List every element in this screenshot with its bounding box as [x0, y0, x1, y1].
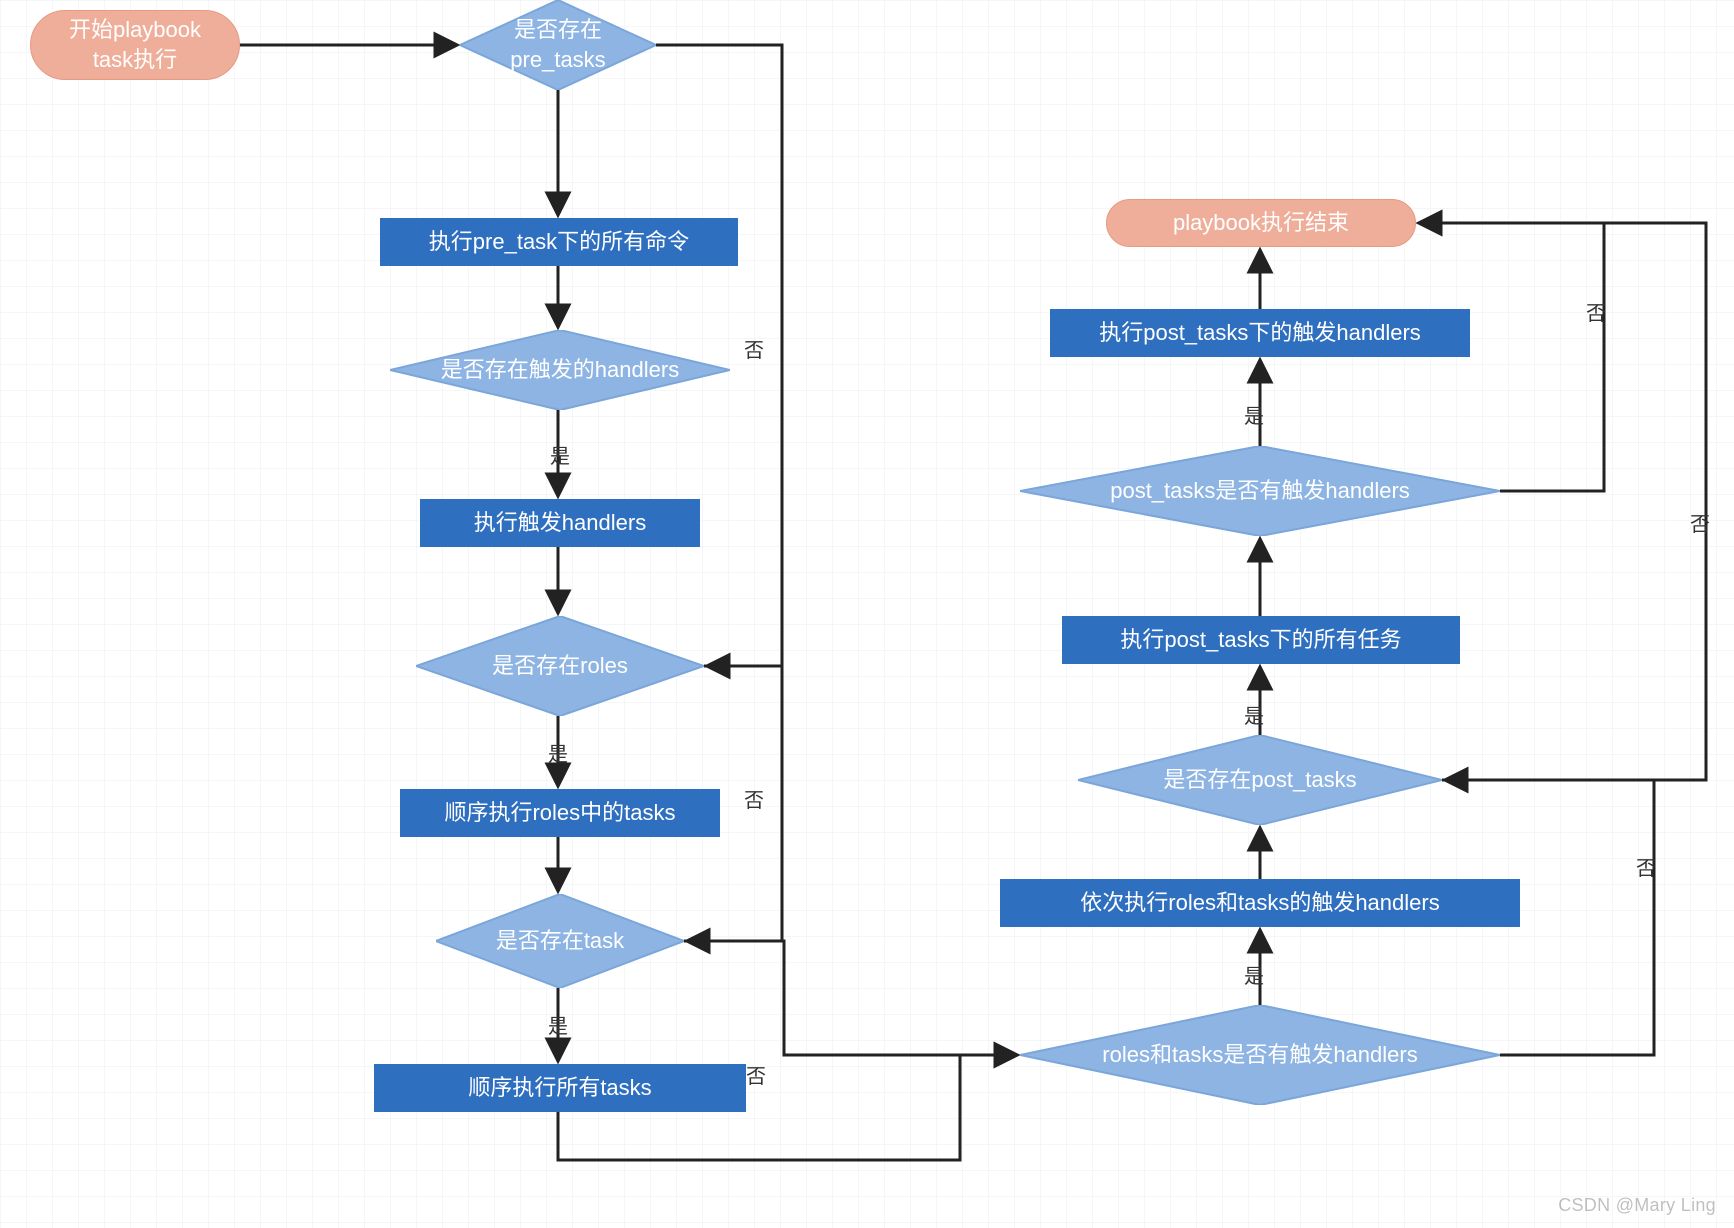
process-tasks-run-text: 顺序执行所有tasks — [468, 1073, 651, 1103]
process-post-run: 执行post_tasks下的所有任务 — [1062, 616, 1460, 664]
process-pre-task-commands: 执行pre_task下的所有命令 — [380, 218, 738, 266]
decision-task: 是否存在task — [436, 894, 684, 988]
process-roles-run-text: 顺序执行roles中的tasks — [444, 798, 675, 828]
decision-roles-text: 是否存在roles — [482, 651, 638, 681]
decision-pre-tasks-text: 是否存在pre_tasks — [500, 15, 615, 74]
process-trigger-handlers: 依次执行roles和tasks的触发handlers — [1000, 879, 1520, 927]
process-trigger-handlers-text: 依次执行roles和tasks的触发handlers — [1080, 888, 1439, 918]
decision-post-handlers: post_tasks是否有触发handlers — [1020, 446, 1500, 536]
process-post-run-text: 执行post_tasks下的所有任务 — [1120, 625, 1401, 655]
watermark: CSDN @Mary Ling — [1558, 1195, 1716, 1216]
process-handlers-text: 执行触发handlers — [474, 508, 646, 538]
decision-handlers: 是否存在触发的handlers — [390, 330, 730, 410]
decision-post-tasks: 是否存在post_tasks — [1078, 735, 1442, 825]
start-node: 开始playbooktask执行 — [30, 10, 240, 80]
process-post-handlers: 执行post_tasks下的触发handlers — [1050, 309, 1470, 357]
process-handlers: 执行触发handlers — [420, 499, 700, 547]
end-node: playbook执行结束 — [1106, 199, 1416, 247]
end-text: playbook执行结束 — [1173, 208, 1349, 238]
decision-roles: 是否存在roles — [416, 616, 704, 716]
process-roles-run: 顺序执行roles中的tasks — [400, 789, 720, 837]
process-tasks-run: 顺序执行所有tasks — [374, 1064, 746, 1112]
decision-task-text: 是否存在task — [486, 926, 634, 956]
decision-pre-tasks: 是否存在pre_tasks — [460, 0, 656, 90]
process-pre-task-commands-text: 执行pre_task下的所有命令 — [429, 227, 689, 257]
decision-roles-handlers: roles和tasks是否有触发handlers — [1020, 1005, 1500, 1105]
process-post-handlers-text: 执行post_tasks下的触发handlers — [1099, 318, 1421, 348]
decision-handlers-text: 是否存在触发的handlers — [431, 355, 689, 385]
decision-post-tasks-text: 是否存在post_tasks — [1153, 765, 1366, 795]
decision-post-handlers-text: post_tasks是否有触发handlers — [1100, 476, 1420, 506]
decision-roles-handlers-text: roles和tasks是否有触发handlers — [1092, 1040, 1427, 1070]
start-text: 开始playbooktask执行 — [69, 15, 201, 74]
